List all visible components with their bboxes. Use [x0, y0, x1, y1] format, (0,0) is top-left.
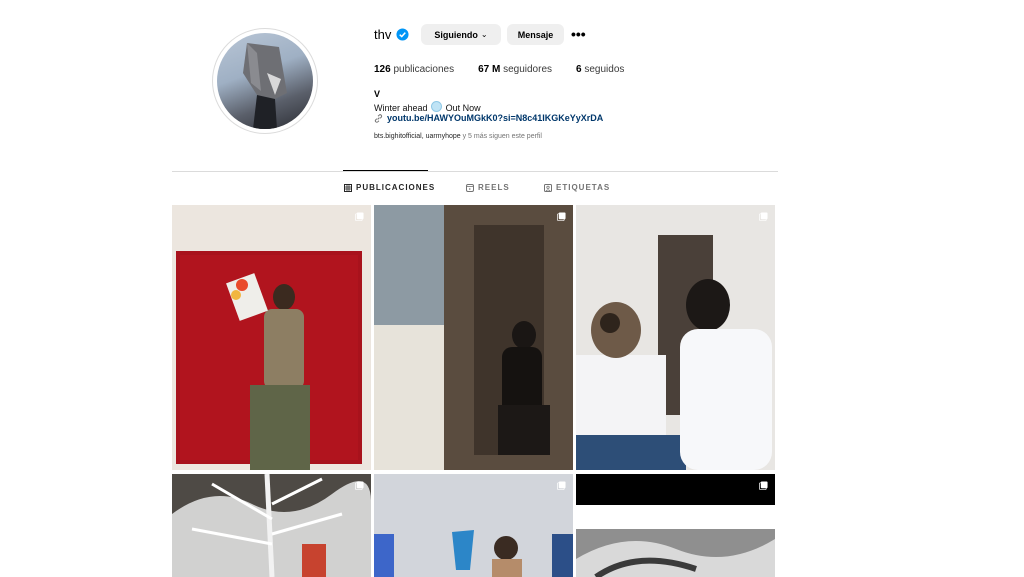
post-thumbnail[interactable] — [576, 474, 775, 505]
bio-text: Winter ahead Out Now — [374, 101, 481, 113]
tab-tags[interactable]: ETIQUETAS — [544, 183, 610, 192]
multiple-images-icon — [759, 481, 768, 490]
multiple-images-icon — [759, 212, 768, 221]
tab-reels-label: REELS — [478, 183, 510, 192]
multiple-images-icon — [355, 481, 364, 490]
tab-tags-label: ETIQUETAS — [556, 183, 611, 192]
post-image — [374, 474, 573, 577]
posts-label: publicaciones — [393, 64, 455, 75]
posts-stat: 126 publicaciones — [374, 64, 454, 75]
followers-count: 67 M — [478, 64, 501, 75]
verified-badge-icon — [396, 28, 409, 41]
followed-by[interactable]: bts.bighitofficial, uarmyhope y 5 más si… — [374, 133, 542, 140]
multiple-images-icon — [557, 481, 566, 490]
post-image — [172, 474, 371, 577]
tabs-divider — [172, 171, 778, 172]
post-thumbnail[interactable] — [374, 205, 573, 470]
post-thumbnail[interactable] — [374, 474, 573, 577]
followers-stat[interactable]: 67 M seguidores — [478, 64, 552, 75]
following-label: seguidos — [584, 64, 625, 75]
message-button[interactable]: Mensaje — [507, 24, 564, 45]
post-thumbnail[interactable] — [576, 205, 775, 470]
bio-text-after: Out Now — [445, 103, 481, 113]
snowflake-icon — [431, 101, 443, 112]
post-image — [576, 529, 775, 577]
reels-icon — [466, 183, 474, 192]
post-thumbnail[interactable] — [172, 474, 371, 577]
more-icon[interactable]: ••• — [571, 26, 586, 42]
post-image — [576, 205, 775, 470]
bio-name: V — [374, 89, 381, 99]
avatar[interactable] — [212, 28, 318, 134]
profile-page: thv Siguiendo ⌄ Mensaje ••• 126 publicac… — [0, 0, 1024, 577]
tab-posts-label: PUBLICACIONES — [356, 183, 436, 192]
tab-reels[interactable]: REELS — [466, 183, 510, 192]
post-thumbnail[interactable] — [576, 529, 775, 577]
following-count: 6 — [576, 64, 582, 75]
tag-icon — [544, 183, 552, 192]
followed-by-accounts: bts.bighitofficial, uarmyhope — [374, 133, 461, 140]
post-image — [172, 205, 371, 470]
bio-link-text: youtu.be/HAWYOuMGkK0?si=N8c41IKGKeYyXrDA — [387, 113, 604, 123]
active-tab-indicator — [343, 170, 428, 171]
multiple-images-icon — [355, 212, 364, 221]
post-thumbnail[interactable] — [172, 205, 371, 470]
followers-label: seguidores — [503, 64, 553, 75]
following-button-label: Siguiendo — [434, 29, 478, 40]
tab-posts[interactable]: PUBLICACIONES — [344, 183, 435, 192]
avatar-image — [217, 33, 313, 129]
posts-count: 126 — [374, 64, 391, 75]
following-stat[interactable]: 6 seguidos — [576, 64, 624, 75]
following-button[interactable]: Siguiendo ⌄ — [421, 24, 501, 45]
bio-link[interactable]: youtu.be/HAWYOuMGkK0?si=N8c41IKGKeYyXrDA — [374, 113, 603, 123]
chevron-down-icon: ⌄ — [480, 30, 488, 39]
post-image — [374, 205, 573, 470]
profile-stats: 126 publicaciones 67 M seguidores 6 segu… — [374, 64, 648, 75]
message-button-label: Mensaje — [517, 29, 554, 40]
multiple-images-icon — [557, 212, 566, 221]
followed-by-suffix: y 5 más siguen este perfil — [462, 133, 542, 140]
bio-text-before: Winter ahead — [374, 103, 428, 113]
grid-icon — [344, 183, 352, 192]
username: thv — [374, 27, 392, 42]
link-icon — [374, 113, 383, 123]
